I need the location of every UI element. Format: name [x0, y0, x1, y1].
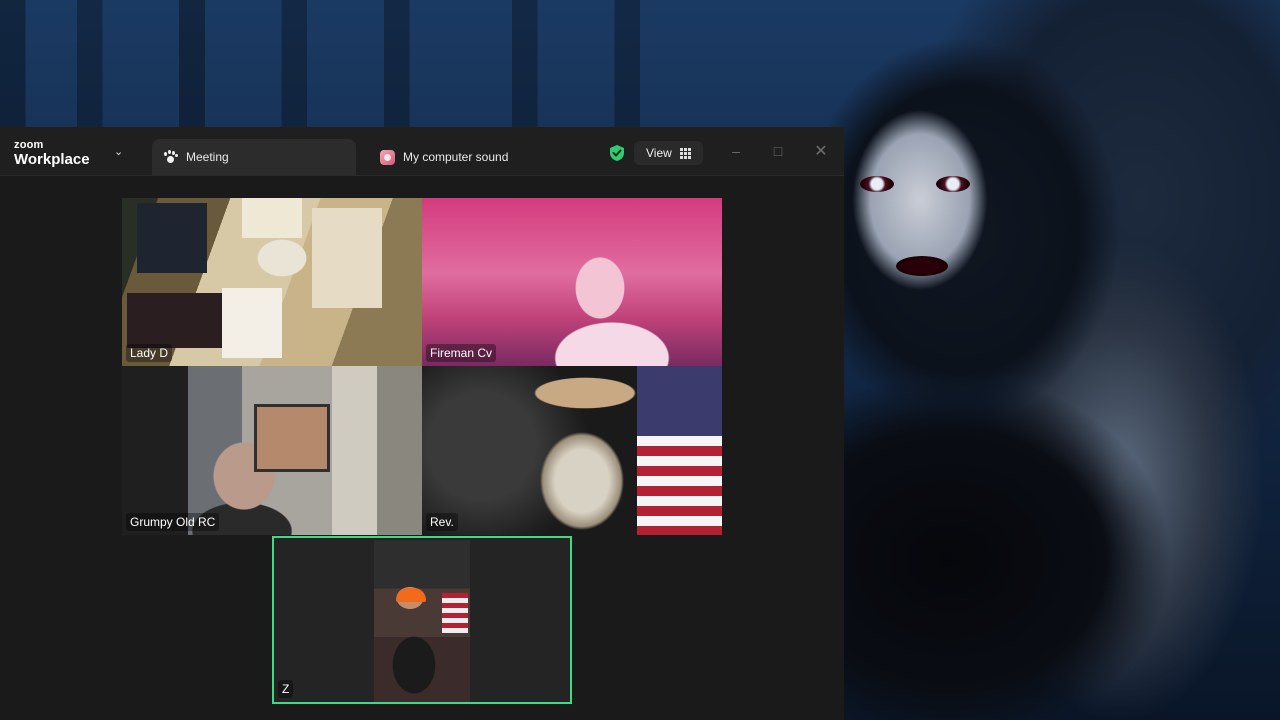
paw-icon [162, 149, 178, 165]
video-tile[interactable]: Rev. [422, 366, 722, 535]
view-label: View [646, 146, 672, 160]
participant-name: Rev. [426, 513, 458, 531]
wall-picture [254, 404, 330, 472]
wallpaper-gothic-figure [790, 0, 1280, 720]
shield-check-icon[interactable] [608, 144, 626, 162]
video-tile[interactable]: Fireman Cv [422, 198, 722, 366]
chevron-down-icon[interactable]: ⌄ [114, 145, 123, 158]
video-tile-active-speaker[interactable]: Z [272, 536, 572, 704]
tab-meeting[interactable]: Meeting [152, 139, 356, 175]
wallpaper-eye [936, 176, 970, 192]
brand-top: zoom [14, 139, 44, 151]
video-tile[interactable]: Lady D [122, 198, 422, 366]
wallpaper-eye [860, 176, 894, 192]
title-bar: zoom Workplace ⌄ Meeting My computer sou… [0, 127, 844, 176]
participant-name: Lady D [126, 344, 173, 362]
grid-icon [679, 147, 691, 159]
wallpaper-lips [896, 256, 948, 276]
video-tile[interactable]: Grumpy Old RC [122, 366, 422, 535]
tab-sound-label: My computer sound [403, 150, 509, 164]
participant-name: Fireman Cv [426, 344, 497, 362]
tab-meeting-label: Meeting [186, 150, 229, 164]
close-button[interactable]: ✕ [809, 141, 833, 161]
tab-my-computer-sound[interactable]: My computer sound [370, 139, 590, 175]
zoom-workplace-logo[interactable]: zoom Workplace [14, 139, 90, 169]
participant-name: Grumpy Old RC [126, 513, 220, 531]
minimize-button[interactable]: – [724, 141, 748, 161]
sound-share-icon [380, 149, 395, 165]
participant-name: Z [278, 680, 294, 698]
view-button[interactable]: View [634, 141, 703, 165]
brand-bottom: Workplace [14, 151, 90, 168]
maximize-button[interactable]: □ [766, 141, 790, 161]
